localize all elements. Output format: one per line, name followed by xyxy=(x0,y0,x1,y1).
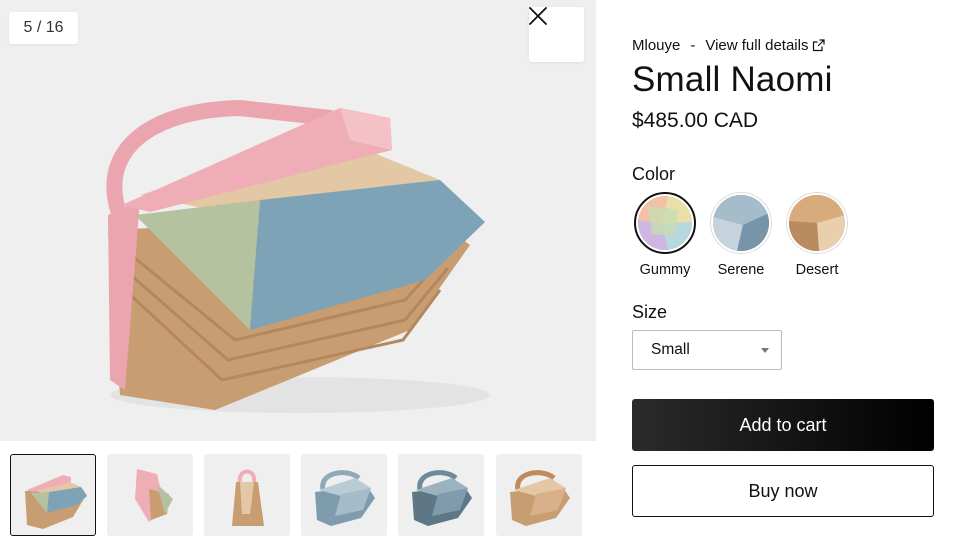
thumbnail-image xyxy=(135,469,173,522)
thumbnail-6[interactable] xyxy=(496,454,582,536)
color-label: Color xyxy=(632,164,676,184)
brand-name: Mlouye xyxy=(632,37,681,54)
thumbnail-3[interactable] xyxy=(204,454,290,536)
swatch-image xyxy=(638,196,692,250)
product-panel: Mlouye - View full details Small Naomi $… xyxy=(596,0,961,544)
thumbnail-2[interactable] xyxy=(107,454,193,536)
product-price: $485.00 CAD xyxy=(632,109,759,132)
product-title: Small Naomi xyxy=(632,60,833,99)
main-product-image: 5 / 16 xyxy=(0,0,596,441)
swatch-ring xyxy=(634,192,696,254)
swatch-ring xyxy=(710,192,772,254)
bag-illustration xyxy=(106,99,490,413)
swatch-ring xyxy=(786,192,848,254)
product-meta: Mlouye - View full details xyxy=(632,37,826,54)
size-select[interactable]: Small xyxy=(632,330,782,370)
color-name: Serene xyxy=(717,262,765,278)
view-details-label: View full details xyxy=(705,37,809,54)
swatch-image xyxy=(789,195,845,251)
thumbnail-1[interactable] xyxy=(10,454,96,536)
color-swatch-desert[interactable]: Desert xyxy=(784,192,850,278)
size-select-value: Small xyxy=(651,341,690,358)
view-details-link[interactable]: View full details xyxy=(705,37,826,54)
image-counter: 5 / 16 xyxy=(9,12,78,44)
meta-separator: - xyxy=(690,37,696,54)
color-swatch-gummy[interactable]: Gummy xyxy=(632,192,698,278)
buy-now-button[interactable]: Buy now xyxy=(632,465,934,517)
size-label: Size xyxy=(632,302,668,322)
close-button[interactable] xyxy=(529,7,584,62)
add-to-cart-button[interactable]: Add to cart xyxy=(632,399,934,451)
color-options: Gummy Serene Desert xyxy=(632,192,892,282)
thumbnail-image xyxy=(25,475,87,529)
color-name: Desert xyxy=(795,262,839,278)
swatch-image xyxy=(713,195,769,251)
color-swatch-serene[interactable]: Serene xyxy=(708,192,774,278)
thumbnail-image xyxy=(510,470,570,526)
thumbnail-image xyxy=(232,469,264,526)
thumbnail-image xyxy=(412,470,472,526)
external-link-icon xyxy=(813,39,826,52)
close-icon xyxy=(529,7,547,25)
color-name: Gummy xyxy=(639,262,691,278)
thumbnail-4[interactable] xyxy=(301,454,387,536)
thumbnail-strip xyxy=(0,441,596,544)
thumbnail-5[interactable] xyxy=(398,454,484,536)
thumbnail-image xyxy=(315,470,375,526)
chevron-down-icon xyxy=(761,348,769,353)
image-gallery: 5 / 16 xyxy=(0,0,596,544)
